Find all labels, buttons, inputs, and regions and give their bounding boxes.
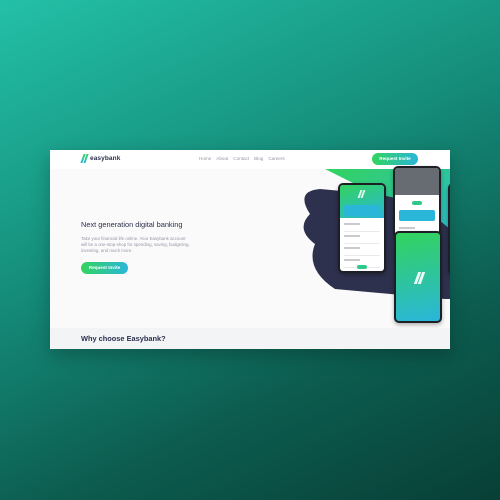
balance-card xyxy=(399,210,435,221)
brand-name: easybank xyxy=(90,155,121,162)
nav-links: Home About Contact Blog Careers xyxy=(199,156,285,161)
phone-mockup-balance xyxy=(338,183,386,273)
nav-link-careers[interactable]: Careers xyxy=(268,156,284,161)
top-navbar: easybank Home About Contact Blog Careers… xyxy=(50,150,450,169)
nav-link-blog[interactable]: Blog xyxy=(254,156,263,161)
phone-mockup-top xyxy=(393,166,441,238)
hero-request-invite-button[interactable]: Request Invite xyxy=(81,261,128,274)
nav-link-home[interactable]: Home xyxy=(199,156,211,161)
brand-logo[interactable]: easybank xyxy=(80,154,121,163)
double-slash-logo-icon xyxy=(80,154,89,163)
phone-mockup-transactions xyxy=(448,183,450,275)
nav-link-contact[interactable]: Contact xyxy=(233,156,249,161)
nav-request-invite-button[interactable]: Request Invite xyxy=(372,153,418,165)
hero-description: Take your financial life online. Your Ea… xyxy=(81,235,190,253)
balance-card xyxy=(344,205,380,216)
landing-page-frame: easybank Home About Contact Blog Careers… xyxy=(50,150,450,349)
hero-intro: Next generation digital banking Take you… xyxy=(81,220,191,274)
phone-mockup-splash xyxy=(394,231,442,323)
nav-link-about[interactable]: About xyxy=(216,156,228,161)
hero-phone-mockups xyxy=(255,166,450,323)
features-heading: Why choose Easybank? xyxy=(81,334,166,343)
hero-title: Next generation digital banking xyxy=(81,220,183,229)
